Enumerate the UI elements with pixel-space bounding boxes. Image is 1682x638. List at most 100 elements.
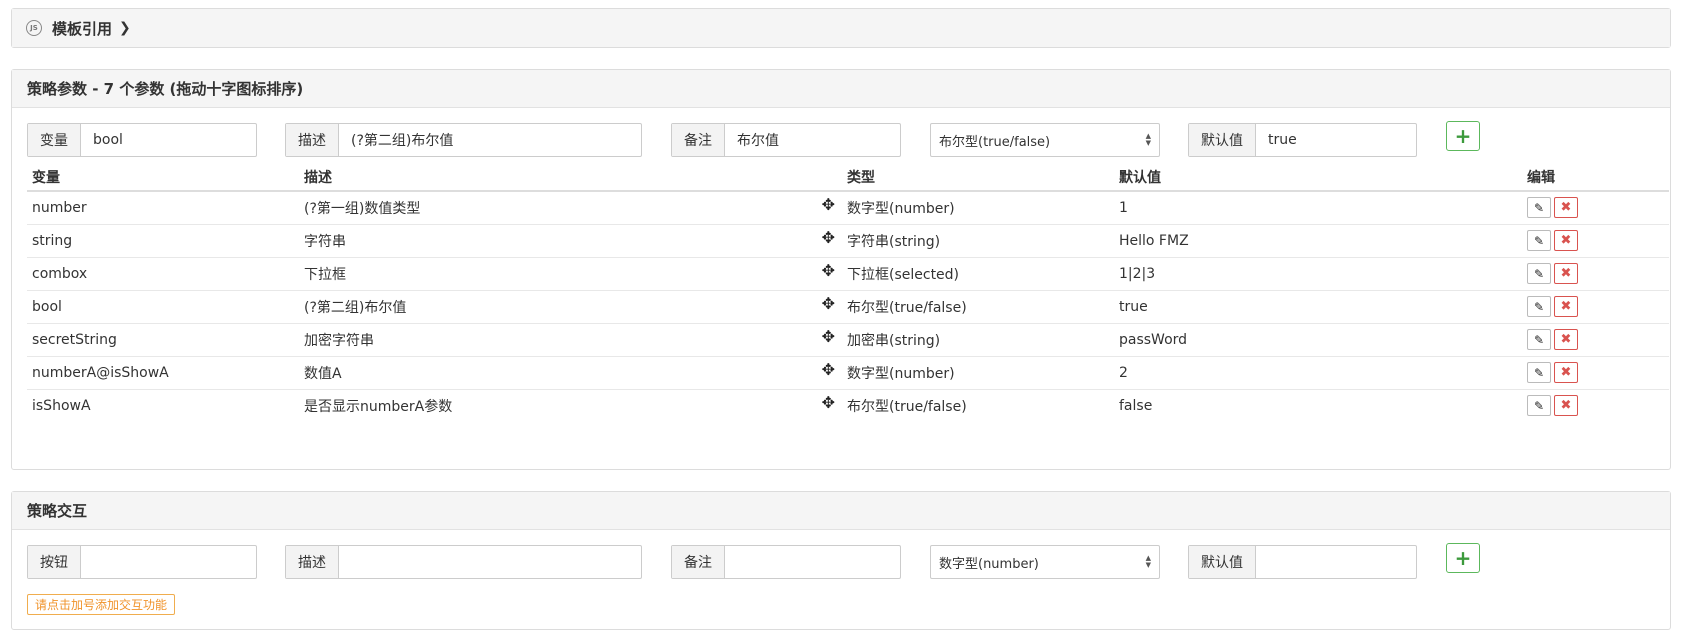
interaction-note-group: 备注 [671,545,901,579]
row-type: 数字型(number) [847,200,955,217]
param-form: 变量 描述 备注 布尔型(true/false) ▲▼ 默认值 + [27,121,1667,157]
row-actions: ✎ ✖ [1522,289,1669,323]
interaction-default-group: 默认值 [1188,545,1417,579]
move-icon[interactable]: ✥ [822,228,835,247]
row-default: false [1114,388,1522,422]
close-icon[interactable]: ✖ [1554,395,1578,417]
description-input-group: 描述 [285,123,642,157]
variable-input[interactable] [81,124,256,156]
close-icon[interactable]: ✖ [1554,230,1578,251]
interaction-type-value: 数字型(number) [939,556,1039,572]
move-icon[interactable]: ✥ [822,360,835,379]
default-label: 默认值 [1189,124,1256,156]
note-input-group: 备注 [671,123,901,157]
pencil-icon[interactable]: ✎ [1527,395,1551,417]
row-type: 布尔型(true/false) [842,388,1114,422]
type-select-value: 布尔型(true/false) [939,134,1051,150]
close-icon[interactable]: ✖ [1554,362,1578,383]
row-variable: string [27,223,299,257]
row-type: 数字型(number) [842,355,1114,389]
interaction-note-input[interactable] [725,546,900,578]
table-row: combox 下拉框 ✥ 下拉框(selected) 1|2|3 ✎ ✖ [27,256,1669,290]
description-label: 描述 [286,124,339,156]
col-header-description: 描述 [299,167,842,192]
close-icon[interactable]: ✖ [1554,296,1578,317]
pencil-icon[interactable]: ✎ [1527,230,1551,251]
interaction-type-select[interactable]: 数字型(number) ▲ ▼ [930,545,1160,579]
add-interaction-button[interactable]: + [1446,543,1480,573]
interaction-default-input[interactable] [1256,546,1416,578]
table-row: number (?第一组)数值类型 ✥ 数字型(number) 1 ✎ ✖ [27,191,1669,224]
params-table-header: 变量 描述 类型 默认值 编辑 [27,167,1669,192]
row-actions: ✎ ✖ [1522,191,1669,224]
interaction-note-label: 备注 [672,546,725,578]
move-icon[interactable]: ✥ [822,393,835,412]
row-actions: ✎ ✖ [1522,322,1669,356]
interaction-form: 按钮 描述 备注 数字型(number) ▲ ▼ 默认值 + [27,543,1667,579]
row-default: true [1114,289,1522,323]
chevron-right-icon[interactable]: ❯ [119,20,131,36]
row-description: 字符串 [304,233,346,250]
move-icon[interactable]: ✥ [822,327,835,346]
row-description-cell: 加密字符串 ✥ [299,322,842,356]
table-row: string 字符串 ✥ 字符串(string) Hello FMZ ✎ ✖ [27,223,1669,257]
row-variable: isShowA [27,388,299,422]
move-icon[interactable]: ✥ [822,195,835,214]
pencil-icon[interactable]: ✎ [1527,263,1551,284]
move-icon[interactable]: ✥ [822,261,835,280]
col-header-variable: 变量 [27,167,299,192]
row-description: (?第一组)数值类型 [304,200,421,217]
row-actions: ✎ ✖ [1522,388,1669,422]
row-variable: combox [27,256,299,290]
close-icon[interactable]: ✖ [1554,329,1578,350]
description-input[interactable] [339,124,641,156]
note-input[interactable] [725,124,900,156]
row-actions: ✎ ✖ [1522,256,1669,290]
row-description: 数值A [304,365,342,382]
row-description-cell: 字符串 ✥ [299,223,842,257]
table-row: secretString 加密字符串 ✥ 加密串(string) passWord… [27,322,1669,356]
close-icon[interactable]: ✖ [1554,263,1578,284]
row-variable: bool [27,289,299,323]
col-header-edit: 编辑 [1522,167,1669,192]
close-icon[interactable]: ✖ [1554,197,1578,219]
type-select[interactable]: 布尔型(true/false) ▲ ▼ [930,123,1160,157]
params-table: 变量 描述 类型 默认值 编辑 number (?第一组)数值类型 ✥ 数字型(n… [27,167,1669,422]
interaction-description-input[interactable] [339,546,641,578]
variable-input-group: 变量 [27,123,257,157]
col-header-type: 类型 [842,167,1114,192]
row-default: 1 [1119,199,1128,216]
row-description-cell: 是否显示numberA参数 ✥ [299,388,842,422]
table-row: bool (?第二组)布尔值 ✥ 布尔型(true/false) true ✎ ✖ [27,289,1669,323]
pencil-icon[interactable]: ✎ [1527,296,1551,317]
default-input[interactable] [1256,124,1416,156]
add-param-button[interactable]: + [1446,121,1480,151]
row-variable: secretString [27,322,299,356]
select-arrows-icon: ▲ ▼ [1145,554,1151,569]
row-default: passWord [1114,322,1522,356]
select-arrows-icon: ▲ ▼ [1145,132,1151,147]
pencil-icon[interactable]: ✎ [1527,329,1551,350]
move-icon[interactable]: ✥ [822,294,835,313]
row-type: 下拉框(selected) [842,256,1114,290]
row-description: 下拉框 [304,266,346,283]
button-label: 按钮 [28,546,81,578]
variable-label: 变量 [28,124,81,156]
row-type: 布尔型(true/false) [842,289,1114,323]
pencil-icon[interactable]: ✎ [1527,197,1551,219]
interaction-description-label: 描述 [286,546,339,578]
interaction-description-group: 描述 [285,545,642,579]
js-icon: JS [26,20,42,36]
template-reference-header[interactable]: JS 模板引用 ❯ [12,9,1670,47]
row-description-cell: (?第一组)数值类型 ✥ [299,191,842,224]
strategy-params-title: 策略参数 - 7 个参数 (拖动十字图标排序) [12,70,1670,108]
strategy-params-panel: 策略参数 - 7 个参数 (拖动十字图标排序) 变量 描述 备注 布尔型(tru… [11,69,1671,470]
table-row: isShowA 是否显示numberA参数 ✥ 布尔型(true/false) f… [27,388,1669,422]
button-input[interactable] [81,546,256,578]
pencil-icon[interactable]: ✎ [1527,362,1551,383]
table-row: numberA@isShowA 数值A ✥ 数字型(number) 2 ✎ ✖ [27,355,1669,389]
row-type: 字符串(string) [842,223,1114,257]
add-interaction-hint: 请点击加号添加交互功能 [27,594,176,615]
row-description: 是否显示numberA参数 [304,398,453,415]
col-header-default: 默认值 [1114,167,1522,192]
